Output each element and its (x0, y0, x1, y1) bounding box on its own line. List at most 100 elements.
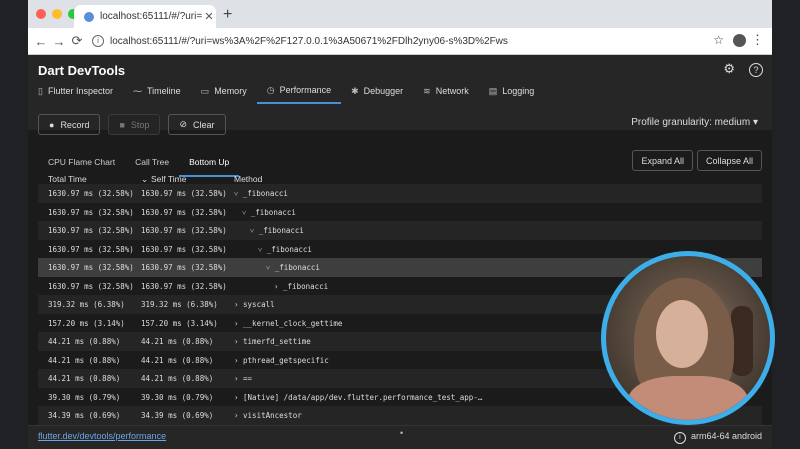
help-icon[interactable]: ? (749, 63, 763, 77)
performance-icon: ◷ (266, 84, 275, 95)
forward-icon[interactable]: → (50, 34, 68, 49)
clear-button[interactable]: ⊘ Clear (168, 114, 226, 135)
bug-icon: ✱ (351, 85, 359, 96)
record-button[interactable]: ● Record (38, 114, 101, 135)
close-window-button[interactable] (36, 9, 46, 19)
self-time-cell: 1630.97 ms (32.58%) (141, 244, 227, 254)
table-row[interactable]: 1630.97 ms (32.58%) 1630.97 ms (32.58%) ˅ … (38, 221, 762, 240)
block-icon: ⊘ (179, 119, 187, 129)
bookmark-star-icon[interactable]: ☆ (713, 33, 724, 47)
method-cell[interactable]: ˅ _fibonacci (234, 189, 288, 198)
favicon-icon (84, 11, 94, 22)
column-method[interactable]: Method (234, 174, 262, 184)
total-time-cell: 1630.97 ms (32.58%) (48, 226, 134, 235)
devtools-nav-tabs: ▯ Flutter Inspector ⁓ Timeline ▭ Memory ◷ Pe… (28, 78, 544, 104)
method-cell[interactable]: › __kernel_clock_gettime (234, 319, 342, 328)
webcam-overlay (601, 251, 775, 425)
total-time-cell: 1630.97 ms (32.58%) (48, 189, 134, 198)
close-tab-icon[interactable]: ✕ (202, 10, 216, 23)
browser-tab[interactable]: localhost:65111/#/?uri=ws%3A ✕ (74, 5, 216, 28)
total-time-cell: 44.21 ms (0.88%) (48, 355, 121, 365)
self-time-cell: 44.21 ms (0.88%) (141, 337, 214, 346)
profile-granularity-dropdown[interactable]: Profile granularity: medium ▾ (631, 117, 758, 128)
total-time-cell: 319.32 ms (6.38%) (48, 300, 125, 309)
browser-tab-title: localhost:65111/#/?uri=ws%3A (100, 11, 202, 22)
total-time-cell: 1630.97 ms (32.58%) (48, 263, 134, 272)
self-time-cell: 1630.97 ms (32.58%) (141, 281, 227, 291)
url-text: localhost:65111/#/?uri=ws%3A%2F%2F127.0.… (110, 35, 508, 47)
column-total-time[interactable]: Total Time (48, 174, 87, 184)
tree-buttons: Expand All Collapse All (632, 150, 762, 171)
self-time-cell: 1630.97 ms (32.58%) (141, 263, 227, 272)
method-cell[interactable]: › syscall (234, 300, 275, 309)
info-icon: i (673, 432, 686, 444)
phone-icon: ▯ (38, 85, 43, 96)
column-self-time[interactable]: Self Time (151, 174, 186, 184)
presenter-body (628, 376, 748, 420)
method-cell[interactable]: › timerfd_settime (234, 337, 311, 346)
stop-icon: ■ (119, 119, 125, 130)
browser-menu-icon[interactable]: ⋮ (751, 32, 764, 48)
self-time-cell: 1630.97 ms (32.58%) (141, 189, 227, 198)
account-icon[interactable] (733, 34, 746, 47)
method-cell[interactable]: ˅ _fibonacci (242, 208, 296, 217)
record-icon: ● (49, 119, 55, 130)
stop-button[interactable]: ■ Stop (108, 114, 161, 135)
method-cell[interactable]: › [Native] /data/app/dev.flutter.perform… (234, 393, 482, 402)
table-row[interactable]: 1630.97 ms (32.58%) 1630.97 ms (32.58%) ˅ … (38, 240, 762, 259)
url-field[interactable]: i localhost:65111/#/?uri=ws%3A%2F%2F127.… (92, 35, 508, 47)
browser-tabbar: localhost:65111/#/?uri=ws%3A ✕ + (28, 0, 772, 28)
recording-controls: ● Record ■ Stop ⊘ Clear (38, 114, 226, 135)
new-tab-icon[interactable]: + (223, 6, 232, 24)
total-time-cell: 1630.97 ms (32.58%) (48, 244, 134, 254)
logging-icon: ▤ (488, 85, 498, 96)
app-title: Dart DevTools (38, 63, 126, 78)
device-info[interactable]: i arm64-64 android (673, 431, 762, 444)
self-time-cell: 44.21 ms (0.88%) (141, 355, 214, 365)
total-time-cell: 157.20 ms (3.14%) (48, 318, 125, 328)
tab-memory[interactable]: ▭ Memory (191, 78, 257, 104)
presenter-face (656, 300, 708, 368)
self-time-cell: 319.32 ms (6.38%) (141, 300, 218, 309)
settings-gear-icon[interactable]: ⚙ (723, 61, 735, 77)
self-time-cell: 44.21 ms (0.88%) (141, 374, 214, 383)
tab-performance[interactable]: ◷ Performance (256, 78, 342, 104)
total-time-cell: 1630.97 ms (32.58%) (48, 207, 134, 217)
address-bar: ← → ⟳ i localhost:65111/#/?uri=ws%3A%2F%… (28, 28, 772, 55)
method-cell[interactable]: › _fibonacci (274, 282, 328, 291)
tab-debugger[interactable]: ✱ Debugger (341, 78, 413, 104)
table-row[interactable]: 1630.97 ms (32.58%) 1630.97 ms (32.58%) ˅ … (38, 203, 762, 222)
method-cell[interactable]: › == (234, 374, 252, 383)
tab-flutter-inspector[interactable]: ▯ Flutter Inspector (28, 78, 123, 104)
method-cell[interactable]: › pthread_getspecific (234, 356, 329, 365)
memory-icon: ▭ (200, 85, 210, 96)
expand-all-button[interactable]: Expand All (632, 150, 693, 171)
timeline-icon: ⁓ (132, 85, 142, 96)
tab-network[interactable]: ≋ Network (413, 78, 479, 104)
self-time-cell: 157.20 ms (3.14%) (141, 318, 218, 328)
guitar-shape (731, 306, 753, 376)
method-cell[interactable]: ˅ _fibonacci (266, 263, 320, 272)
back-icon[interactable]: ← (32, 34, 50, 49)
method-cell[interactable]: › visitAncestor (234, 411, 302, 420)
total-time-cell: 1630.97 ms (32.58%) (48, 281, 134, 291)
status-dot: • (400, 428, 404, 438)
total-time-cell: 44.21 ms (0.88%) (48, 374, 121, 383)
tab-logging[interactable]: ▤ Logging (479, 78, 545, 104)
method-cell[interactable]: ˅ _fibonacci (250, 226, 304, 235)
window-controls (36, 9, 78, 19)
method-cell[interactable]: ˅ _fibonacci (258, 245, 312, 254)
docs-link[interactable]: flutter.dev/devtools/performance (38, 431, 166, 441)
collapse-all-button[interactable]: Collapse All (696, 150, 762, 171)
self-time-cell: 39.30 ms (0.79%) (141, 392, 214, 402)
self-time-cell: 1630.97 ms (32.58%) (141, 207, 227, 217)
self-time-cell: 1630.97 ms (32.58%) (141, 226, 227, 235)
network-icon: ≋ (423, 85, 431, 96)
minimize-window-button[interactable] (52, 9, 62, 19)
table-row[interactable]: 1630.97 ms (32.58%) 1630.97 ms (32.58%) ˅ … (38, 184, 762, 203)
tab-timeline[interactable]: ⁓ Timeline (123, 78, 191, 104)
reload-icon[interactable]: ⟳ (68, 33, 86, 49)
total-time-cell: 44.21 ms (0.88%) (48, 337, 121, 346)
site-info-icon[interactable]: i (92, 35, 104, 47)
total-time-cell: 39.30 ms (0.79%) (48, 392, 121, 402)
